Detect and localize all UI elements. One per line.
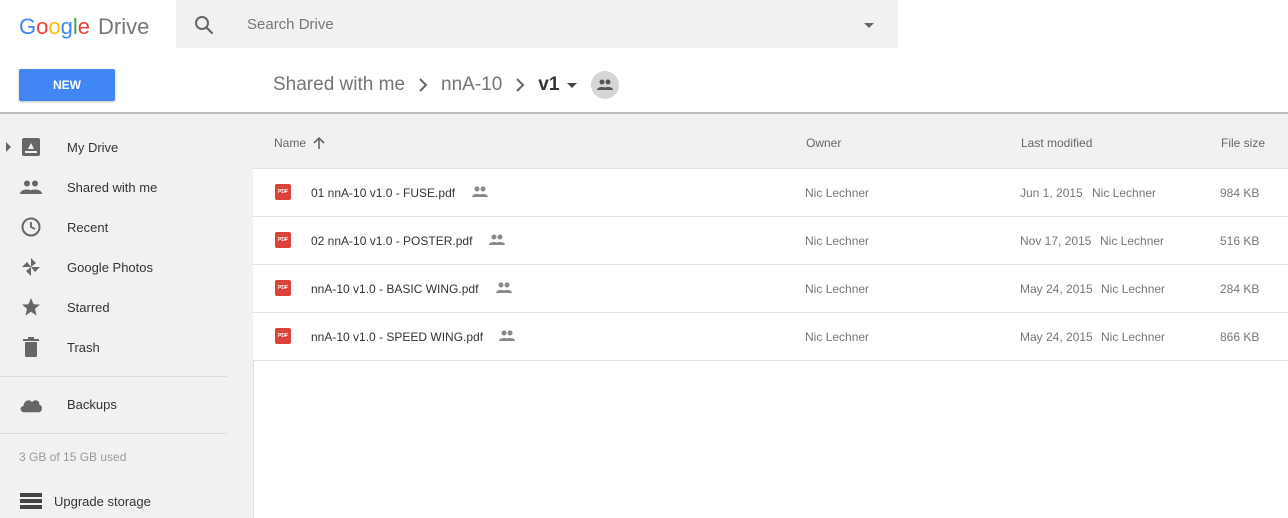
pdf-file-icon: PDF — [275, 328, 291, 344]
pdf-file-icon: PDF — [275, 280, 291, 296]
upgrade-storage-label: Upgrade storage — [54, 493, 151, 509]
logo-letter: o — [48, 14, 61, 39]
file-modified-date: May 24, 2015 — [1020, 330, 1093, 344]
expand-arrow-icon[interactable] — [6, 142, 11, 152]
file-name: nnA-10 v1.0 - SPEED WING.pdf — [311, 330, 484, 344]
file-name: 01 nnA-10 v1.0 - FUSE.pdf — [311, 186, 456, 200]
column-header-name[interactable]: Name — [274, 136, 326, 150]
sidebar-item-label: Google Photos — [67, 259, 154, 275]
star-icon — [19, 295, 43, 319]
column-header-owner[interactable]: Owner — [806, 136, 841, 150]
file-name: 02 nnA-10 v1.0 - POSTER.pdf — [311, 234, 473, 248]
shared-people-icon — [472, 186, 488, 197]
chevron-right-icon — [419, 78, 428, 92]
new-button[interactable]: NEW — [19, 69, 115, 101]
table-row[interactable]: PDF nnA-10 v1.0 - BASIC WING.pdf Nic Lec… — [253, 265, 1288, 313]
sidebar-item-shared-with-me[interactable]: Shared with me — [0, 167, 253, 207]
sidebar-item-label: Recent — [67, 219, 109, 235]
my-drive-icon — [19, 135, 43, 159]
sidebar-item-label: Starred — [67, 299, 110, 315]
file-size: 866 KB — [1220, 330, 1260, 344]
column-header-last-modified[interactable]: Last modified — [1021, 136, 1092, 150]
file-modified-date: Jun 1, 2015 — [1020, 186, 1083, 200]
file-owner: Nic Lechner — [805, 186, 870, 200]
file-size: 516 KB — [1220, 234, 1260, 248]
file-modified-by: Nic Lechner — [1101, 330, 1166, 344]
file-modified-by: Nic Lechner — [1101, 282, 1166, 296]
folder-menu-dropdown-icon[interactable] — [565, 78, 579, 92]
sidebar-item-google-photos[interactable]: Google Photos — [0, 247, 253, 287]
pdf-file-icon: PDF — [275, 232, 291, 248]
file-size: 284 KB — [1220, 282, 1260, 296]
sidebar-item-label: Backups — [67, 396, 117, 412]
file-size: 984 KB — [1220, 186, 1260, 200]
search-icon[interactable] — [192, 13, 216, 37]
column-header-file-size[interactable]: File size — [1221, 136, 1265, 150]
breadcrumb-item-shared-with-me[interactable]: Shared with me — [273, 74, 405, 96]
table-row[interactable]: PDF nnA-10 v1.0 - SPEED WING.pdf Nic Lec… — [253, 313, 1288, 361]
logo-letter: e — [77, 14, 91, 39]
product-name: Drive — [98, 14, 150, 39]
storage-icon — [19, 489, 43, 513]
sidebar-item-label: Shared with me — [67, 179, 158, 195]
logo-letter: g — [60, 14, 73, 39]
column-header-name-label: Name — [274, 136, 307, 150]
file-modified-date: Nov 17, 2015 — [1020, 234, 1092, 248]
sidebar-item-backups[interactable]: Backups — [0, 384, 253, 424]
search-input[interactable] — [247, 12, 807, 36]
table-row[interactable]: PDF 01 nnA-10 v1.0 - FUSE.pdf Nic Lechne… — [253, 169, 1288, 217]
upgrade-storage-link[interactable]: Upgrade storage — [0, 484, 253, 518]
logo-letter: G — [19, 14, 37, 39]
shared-people-icon — [496, 282, 512, 293]
trash-icon — [19, 335, 43, 359]
file-modified-by: Nic Lechner — [1100, 234, 1165, 248]
file-owner: Nic Lechner — [805, 282, 870, 296]
breadcrumb-item-nna-10[interactable]: nnA-10 — [441, 74, 502, 96]
shared-people-icon — [489, 234, 505, 245]
breadcrumb-item-v1[interactable]: v1 — [538, 74, 559, 96]
sidebar-divider — [0, 376, 227, 377]
file-list-header: Name Owner Last modified File size — [253, 114, 1288, 169]
sidebar-item-my-drive[interactable]: My Drive — [0, 127, 253, 167]
clock-icon — [19, 215, 43, 239]
table-row[interactable]: PDF 02 nnA-10 v1.0 - POSTER.pdf Nic Lech… — [253, 217, 1288, 265]
pdf-file-icon: PDF — [275, 184, 291, 200]
sidebar-item-label: Trash — [67, 339, 100, 355]
pinwheel-icon — [19, 255, 43, 279]
google-drive-logo[interactable]: Google Drive — [19, 12, 149, 42]
people-icon — [19, 175, 43, 199]
file-modified-by: Nic Lechner — [1092, 186, 1157, 200]
sidebar: My Drive Shared with me Recent Google Ph… — [0, 114, 254, 518]
shared-folder-people-icon[interactable] — [591, 71, 620, 99]
sidebar-item-trash[interactable]: Trash — [0, 327, 253, 367]
sidebar-divider — [0, 433, 227, 434]
sort-ascending-arrow-icon[interactable] — [312, 136, 326, 150]
breadcrumb: Shared with me nnA-10 v1 — [273, 70, 620, 100]
sidebar-item-label: My Drive — [67, 139, 119, 155]
file-modified-date: May 24, 2015 — [1020, 282, 1093, 296]
file-name: nnA-10 v1.0 - BASIC WING.pdf — [311, 282, 479, 296]
shared-people-icon — [499, 330, 515, 341]
storage-usage-text: 3 GB of 15 GB used — [19, 450, 127, 464]
sidebar-item-recent[interactable]: Recent — [0, 207, 253, 247]
search-options-dropdown-icon[interactable] — [862, 18, 876, 32]
sidebar-item-starred[interactable]: Starred — [0, 287, 253, 327]
file-owner: Nic Lechner — [805, 234, 870, 248]
chevron-right-icon — [516, 78, 525, 92]
logo-letter: o — [36, 14, 49, 39]
cloud-icon — [19, 392, 43, 416]
file-owner: Nic Lechner — [805, 330, 870, 344]
